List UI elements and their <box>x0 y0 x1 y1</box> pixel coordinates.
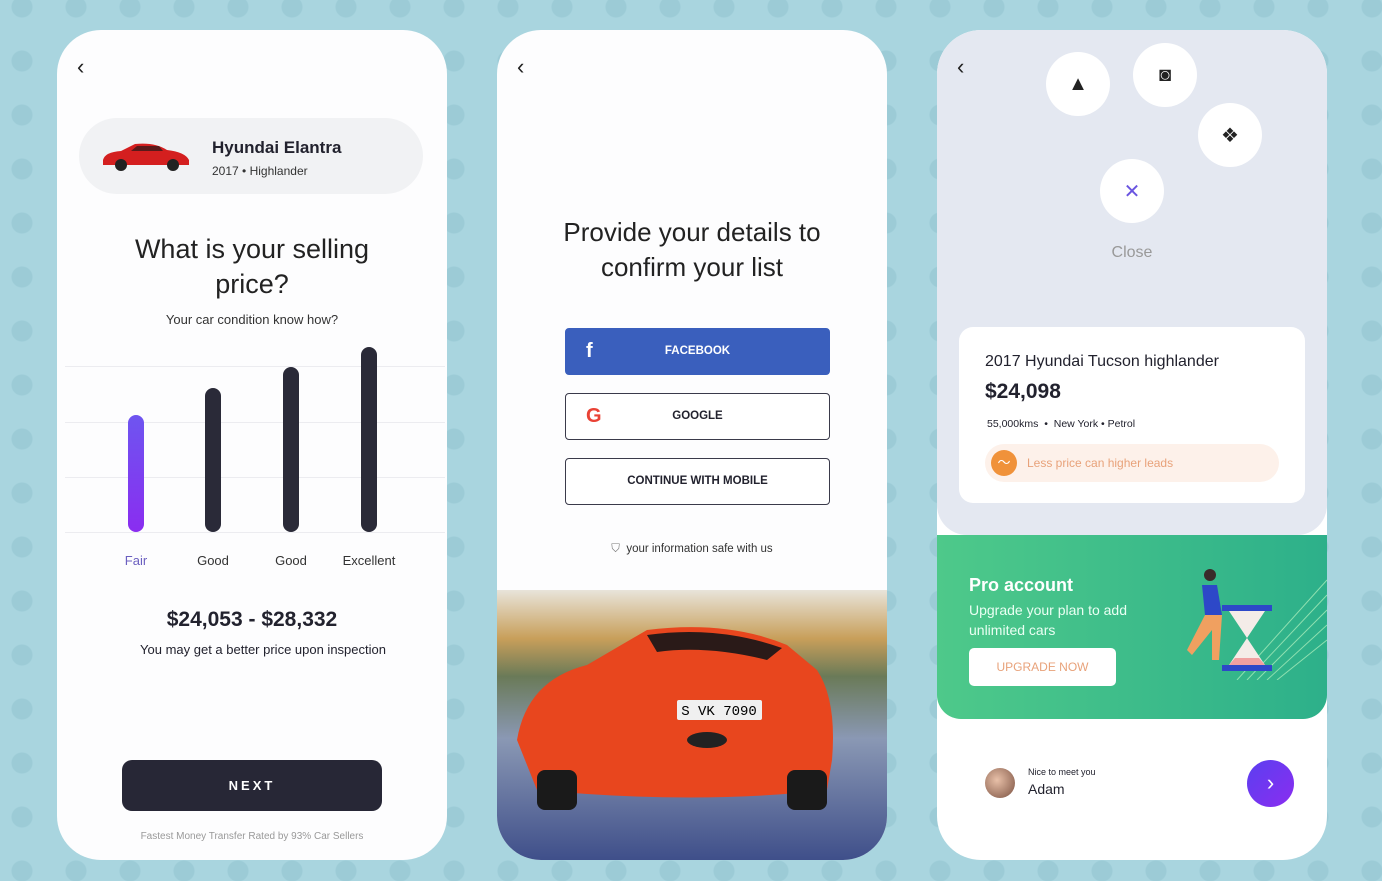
subtitle: Your car condition know how? <box>57 312 447 327</box>
car-photo: S VK 7090 <box>497 590 887 860</box>
tip-badge: 〜 Less price can higher leads <box>985 444 1279 482</box>
price-range: $24,053 - $28,332 <box>166 608 338 631</box>
google-button[interactable]: G GOOGLE <box>565 393 830 440</box>
selling-price-screen: ‹ Hyundai Elantra 2017 • Highlander What… <box>57 30 447 860</box>
city: New York <box>1053 418 1099 430</box>
grid-line <box>65 422 445 423</box>
car-details: 2017 • Highlander <box>212 164 308 178</box>
listing-title: 2017 Hyundai Tucson highlander <box>985 353 1219 370</box>
safety-note: ⛉ your information safe with us <box>497 543 887 556</box>
camera-icon[interactable]: ◙ <box>1133 43 1197 107</box>
condition-bar[interactable] <box>205 387 221 532</box>
hourglass-illustration <box>1187 569 1327 680</box>
close-label[interactable]: Close <box>937 244 1327 262</box>
image-icon[interactable]: ▲ <box>1046 52 1110 116</box>
pro-text: Upgrade your plan to add unlimited cars <box>969 602 1127 638</box>
back-icon[interactable]: ‹ <box>517 54 524 80</box>
condition-bar[interactable] <box>128 415 144 532</box>
condition-bar[interactable] <box>283 367 299 532</box>
listing-price: $24,098 <box>985 380 1061 403</box>
next-arrow-button[interactable]: › <box>1247 760 1294 807</box>
user-name: Adam <box>1028 781 1065 797</box>
shield-icon: ⛉ <box>611 543 620 555</box>
footer-note: Fastest Money Transfer Rated by 93% Car … <box>140 831 364 842</box>
next-button[interactable]: NEXT <box>122 760 382 811</box>
page-title: What is your selling price? <box>134 234 370 299</box>
listing-screen: ‹ ▲ ◙ ❖ ✕ Close 2017 Hyundai Tucson high… <box>937 30 1327 860</box>
condition-label[interactable]: Good <box>251 553 331 568</box>
plate-text: S VK 7090 <box>681 704 757 720</box>
car-trim: Highlander <box>249 164 308 178</box>
car-year: 2017 <box>212 164 239 178</box>
share-panel: ‹ ▲ ◙ ❖ ✕ Close 2017 Hyundai Tucson high… <box>937 30 1327 535</box>
google-label: GOOGLE <box>672 410 723 422</box>
pro-title: Pro account <box>969 575 1074 595</box>
condition-label[interactable]: Good <box>173 553 253 568</box>
facebook-icon: f <box>586 340 593 362</box>
subtitle-text: Your car condition <box>165 312 274 327</box>
fuel: Petrol <box>1107 418 1136 430</box>
listing-specs: 55,000kms • New York • Petrol <box>987 418 1136 430</box>
listing-card[interactable]: 2017 Hyundai Tucson highlander $24,098 5… <box>959 327 1305 503</box>
condition-label[interactable]: Fair <box>96 553 176 568</box>
facebook-button[interactable]: f FACEBOOK <box>565 328 830 375</box>
facebook-label: FACEBOOK <box>664 345 731 357</box>
trend-icon: 〜 <box>991 450 1017 476</box>
car-image <box>103 143 189 171</box>
car-name: Hyundai Elantra <box>212 138 342 157</box>
close-icon[interactable]: ✕ <box>1100 159 1164 223</box>
details-screen: ‹ Provide your details to confirm your l… <box>497 30 887 860</box>
avatar[interactable] <box>985 768 1015 798</box>
back-icon[interactable]: ‹ <box>957 54 964 80</box>
safety-text: your information safe with us <box>626 543 773 555</box>
grid-line <box>65 532 445 533</box>
greeting: Nice to meet you <box>1028 767 1096 777</box>
tip-text: Less price can higher leads <box>1027 456 1174 470</box>
pro-account-banner: Pro account Upgrade your plan to add unl… <box>937 535 1327 719</box>
sports-car-illustration: S VK 7090 <box>517 627 833 810</box>
grid-line <box>65 477 445 478</box>
google-icon: G <box>586 405 602 427</box>
continue-mobile-button[interactable]: CONTINUE WITH MOBILE <box>565 458 830 505</box>
back-icon[interactable]: ‹ <box>77 54 84 80</box>
page-title: Provide your details to confirm your lis… <box>563 217 821 282</box>
price-note: You may get a better price upon inspecti… <box>140 642 386 657</box>
know-how-link[interactable]: know how? <box>273 312 338 327</box>
kms: 55,000kms <box>987 418 1039 430</box>
condition-bar[interactable] <box>361 347 377 532</box>
condition-label[interactable]: Excellent <box>329 553 409 568</box>
grid-line <box>65 366 445 367</box>
car-summary-card: Hyundai Elantra 2017 • Highlander <box>79 118 423 194</box>
upgrade-now-button[interactable]: UPGRADE NOW <box>969 648 1116 686</box>
dropbox-icon[interactable]: ❖ <box>1198 103 1262 167</box>
